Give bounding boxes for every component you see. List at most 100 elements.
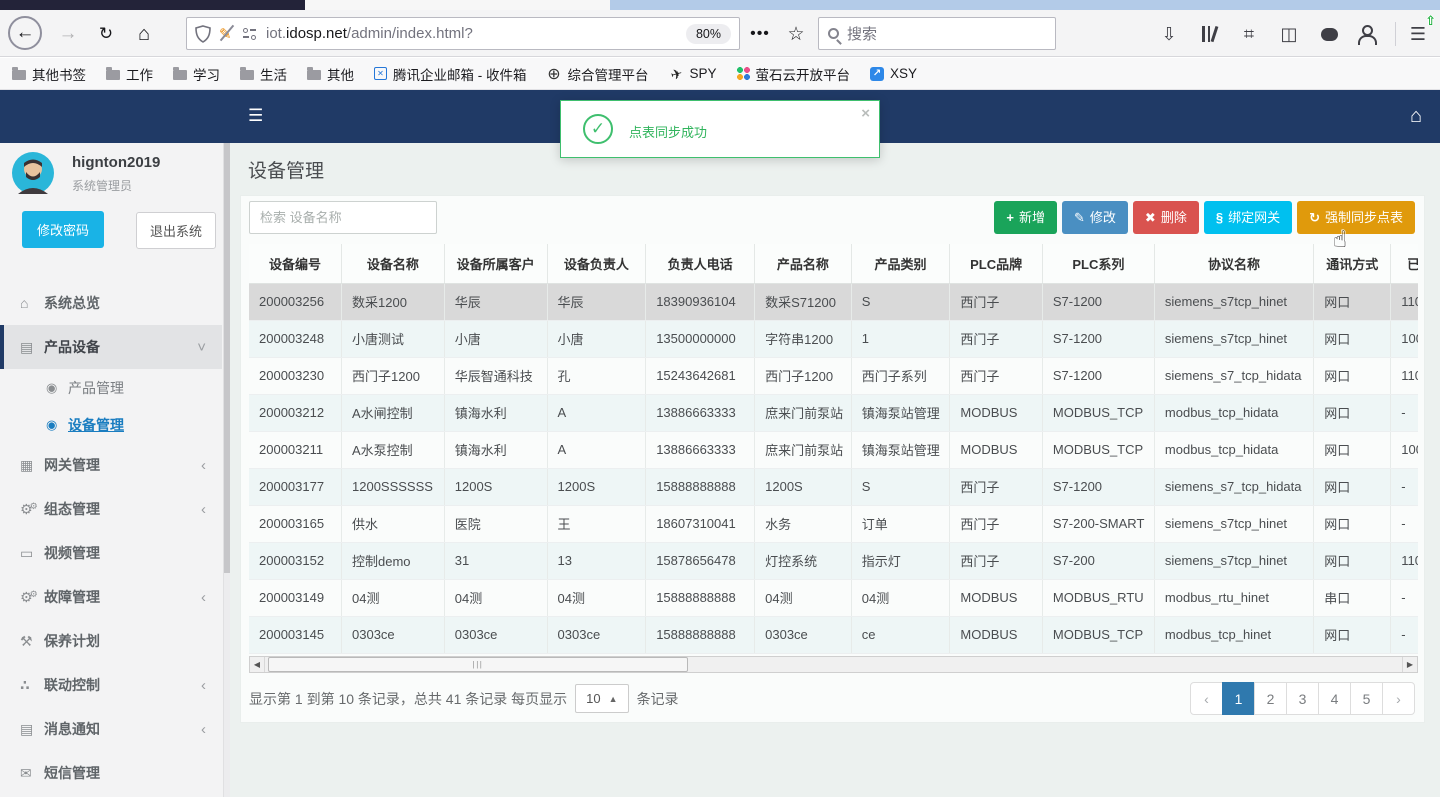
pagination-page-3[interactable]: 3 bbox=[1286, 682, 1319, 715]
table-cell: A bbox=[547, 394, 647, 432]
pagination-page-5[interactable]: 5 bbox=[1350, 682, 1383, 715]
sidebar-toggle-icon[interactable]: ◫ bbox=[1275, 20, 1303, 48]
bookmark-item[interactable]: 其他书签 bbox=[12, 64, 86, 84]
action-button-修改[interactable]: ✎ 修改 bbox=[1061, 201, 1128, 234]
sidebar-scrollbar[interactable] bbox=[223, 143, 230, 797]
sidebar-collapse-icon[interactable]: ☰ bbox=[248, 106, 263, 126]
menu-icon[interactable]: ☰ ⇧ bbox=[1404, 13, 1436, 48]
table-row[interactable]: 200003177 1200SSSSSS 1200S 1200S 15888888888… bbox=[249, 468, 1418, 506]
bookmark-item[interactable]: 生活 bbox=[240, 64, 287, 84]
account-icon[interactable] bbox=[1352, 20, 1380, 48]
table-row[interactable]: 200003248 小唐测试 小唐 小唐 13500000000 字符串1200 1 西门子 S… bbox=[249, 320, 1418, 358]
column-header-设备所属客户[interactable]: 设备所属客户 bbox=[444, 244, 548, 284]
chat-icon[interactable] bbox=[1315, 20, 1343, 48]
username: hignton2019 bbox=[72, 154, 161, 171]
change-password-button[interactable]: 修改密码 bbox=[22, 211, 105, 248]
column-header-已绑定网关[interactable]: 已绑定网关 bbox=[1390, 244, 1418, 284]
pagination-prev[interactable]: ‹ bbox=[1190, 682, 1223, 715]
screenshot-icon[interactable]: ⌗ bbox=[1235, 20, 1263, 48]
column-header-产品名称[interactable]: 产品名称 bbox=[754, 244, 852, 284]
table-cell: 200003165 bbox=[249, 505, 342, 543]
sidebar-item-组态管理[interactable]: ⚙⚙ 组态管理 ‹ bbox=[0, 487, 222, 531]
action-button-强制同步点表[interactable]: ↻ 强制同步点表 bbox=[1297, 201, 1415, 234]
bookmark-item[interactable]: ↗ XSY bbox=[870, 66, 917, 81]
bookmark-item[interactable]: 学习 bbox=[173, 64, 220, 84]
downloads-icon[interactable]: ⇩ bbox=[1155, 20, 1183, 48]
action-button-删除[interactable]: ✖ 删除 bbox=[1132, 201, 1199, 234]
sidebar-item-系统总览[interactable]: ⌂ 系统总览 bbox=[0, 281, 222, 325]
scroll-left-icon[interactable]: ◀ bbox=[250, 657, 265, 672]
pagination: ‹ 1 2 3 4 5 › bbox=[1190, 682, 1415, 715]
sidebar-item-label: 消息通知 bbox=[44, 721, 100, 737]
url-text[interactable]: iot.idosp.net/admin/index.html? bbox=[266, 25, 680, 42]
column-header-PLC系列[interactable]: PLC系列 bbox=[1042, 244, 1155, 284]
sidebar-item-设备管理[interactable]: ◉ 设备管理 bbox=[0, 406, 222, 443]
table-row[interactable]: 200003145 0303ce 0303ce 0303ce 15888888888 03… bbox=[249, 616, 1418, 654]
bookmark-item[interactable]: ✕ 腾讯企业邮箱 - 收件箱 bbox=[374, 64, 527, 84]
bookmark-item[interactable]: 其他 bbox=[307, 64, 354, 84]
forward-button[interactable]: → bbox=[52, 18, 84, 50]
pagination-page-2[interactable]: 2 bbox=[1254, 682, 1287, 715]
target-icon: ◉ bbox=[46, 416, 58, 432]
app-home-icon[interactable]: ⌂ bbox=[1410, 105, 1422, 128]
table-row[interactable]: 200003211 A水泵控制 镇海水利 A 13886663333 庶来门前泵站 镇海泵站… bbox=[249, 431, 1418, 469]
logout-button[interactable]: 退出系统 bbox=[136, 212, 217, 249]
action-button-绑定网关[interactable]: § 绑定网关 bbox=[1203, 201, 1293, 234]
scroll-right-icon[interactable]: ▶ bbox=[1402, 657, 1417, 672]
table-row[interactable]: 200003212 A水闸控制 镇海水利 A 13886663333 庶来门前泵站 镇海泵站… bbox=[249, 394, 1418, 432]
button-label: 绑定网关 bbox=[1228, 210, 1281, 225]
column-header-通讯方式[interactable]: 通讯方式 bbox=[1313, 244, 1392, 284]
table-cell: 1 bbox=[851, 320, 951, 358]
table-cell: - bbox=[1390, 616, 1418, 654]
device-search-input[interactable] bbox=[249, 201, 437, 234]
scrollbar-thumb[interactable]: ||| bbox=[268, 657, 688, 672]
browser-tab-strip[interactable] bbox=[0, 0, 1440, 10]
url-bar[interactable]: ✎ iot.idosp.net/admin/index.html? 80% bbox=[186, 17, 740, 50]
bookmark-item[interactable]: ⊕ 综合管理平台 bbox=[547, 64, 648, 84]
sidebar-item-产品设备[interactable]: ▤ 产品设备 ˅ bbox=[0, 325, 222, 369]
column-header-协议名称[interactable]: 协议名称 bbox=[1154, 244, 1315, 284]
table-row[interactable]: 200003230 西门子1200 华辰智通科技孔 15243642681 西门子120… bbox=[249, 357, 1418, 395]
sidebar-item-保养计划[interactable]: ⚒ 保养计划 bbox=[0, 619, 222, 663]
column-header-设备名称[interactable]: 设备名称 bbox=[341, 244, 445, 284]
zoom-level-badge[interactable]: 80% bbox=[685, 23, 731, 44]
sidebar-item-产品管理[interactable]: ◉ 产品管理 bbox=[0, 369, 222, 406]
table-row[interactable]: 200003149 04测 04测 04测 15888888888 04测 04测 MODBU… bbox=[249, 579, 1418, 617]
toast-close-icon[interactable]: × bbox=[861, 105, 870, 122]
action-button-新增[interactable]: + 新增 bbox=[994, 201, 1057, 234]
pagination-page-1[interactable]: 1 bbox=[1222, 682, 1255, 715]
bookmark-item[interactable]: 工作 bbox=[106, 64, 153, 84]
home-button[interactable]: ⌂ bbox=[128, 18, 160, 50]
column-header-产品类别[interactable]: 产品类别 bbox=[851, 244, 951, 284]
sidebar-item-联动控制[interactable]: ∴ 联动控制 ‹ bbox=[0, 663, 222, 707]
column-header-负责人电话[interactable]: 负责人电话 bbox=[645, 244, 756, 284]
reload-button[interactable]: ↻ bbox=[90, 18, 122, 50]
sidebar-item-视频管理[interactable]: ▭ 视频管理 bbox=[0, 531, 222, 575]
browser-search-box[interactable]: 搜索 bbox=[818, 17, 1056, 50]
pagination-page-4[interactable]: 4 bbox=[1318, 682, 1351, 715]
shield-icon[interactable] bbox=[195, 24, 211, 43]
permissions-icon[interactable] bbox=[243, 27, 256, 40]
library-icon[interactable] bbox=[1195, 20, 1223, 48]
column-header-设备编号[interactable]: 设备编号 bbox=[249, 244, 342, 284]
table-cell: S7-1200 bbox=[1042, 283, 1155, 321]
sidebar-item-短信管理[interactable]: ✉ 短信管理 bbox=[0, 751, 222, 795]
pagination-next[interactable]: › bbox=[1382, 682, 1415, 715]
ys7-icon bbox=[736, 67, 750, 80]
page-size-select[interactable]: 10 ▲ bbox=[575, 684, 629, 713]
table-row[interactable]: 200003165 供水 医院王 18607310041 水务 订单 西门子 S7-200-S… bbox=[249, 505, 1418, 543]
page-actions-icon[interactable]: ••• bbox=[744, 18, 776, 50]
table-row[interactable]: 200003256 数采1200 华辰 华辰 18390936104 数采S71200 S 西… bbox=[249, 283, 1418, 321]
sidebar-item-消息通知[interactable]: ▤ 消息通知 ‹ bbox=[0, 707, 222, 751]
sidebar-item-网关管理[interactable]: ▦ 网关管理 ‹ bbox=[0, 443, 222, 487]
horizontal-scrollbar[interactable]: ◀ ||| ▶ bbox=[249, 656, 1418, 673]
column-header-设备负责人[interactable]: 设备负责人 bbox=[547, 244, 647, 284]
sidebar-item-故障管理[interactable]: ⚙⚙ 故障管理 ‹ bbox=[0, 575, 222, 619]
bookmark-item[interactable]: ✈ SPY bbox=[668, 64, 716, 82]
column-header-PLC品牌[interactable]: PLC品牌 bbox=[949, 244, 1043, 284]
bookmark-star-icon[interactable]: ☆ bbox=[780, 18, 812, 50]
table-row[interactable]: 200003152 控制demo 31 13 15878656478 灯控系统 指示灯 西门子… bbox=[249, 542, 1418, 580]
back-button[interactable]: ← bbox=[8, 16, 42, 50]
bookmark-item[interactable]: 萤石云开放平台 bbox=[736, 64, 850, 84]
blocked-content-icon[interactable]: ✎ bbox=[219, 25, 237, 43]
